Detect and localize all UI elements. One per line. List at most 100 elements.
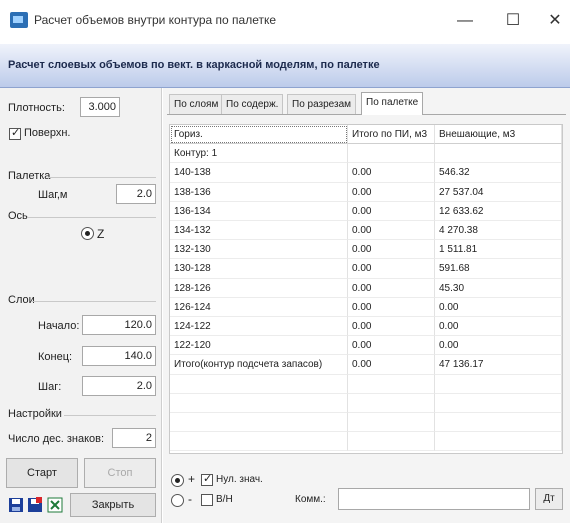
table-row[interactable] [170,393,562,413]
table-cell: 130-128 [170,259,348,279]
table-header: Гориз. Итого по ПИ, м3 Внешающие, м3 [170,125,562,145]
table-cell: 27 537.04 [435,182,562,202]
table-row[interactable]: 124-122 0.00 0.00 [170,317,562,337]
table-cell: 0.00 [348,355,435,375]
header-banner: Расчет слоевых объемов по вект. в каркас… [0,44,570,88]
bn-checkbox[interactable] [201,494,213,506]
surface-checkbox[interactable] [9,126,21,140]
maximize-button[interactable]: ☐ [498,8,528,34]
table-cell: 0.00 [348,336,435,356]
start-input[interactable]: 120.0 [82,315,156,335]
save-as-icon[interactable] [27,497,43,513]
step-input[interactable]: 2.0 [82,376,156,396]
column-header[interactable]: Гориз. [170,125,348,145]
table-cell [348,393,435,413]
plus-radio[interactable] [171,474,184,487]
table-cell: 0.00 [435,297,562,317]
table-cell: 136-134 [170,201,348,221]
plus-label: + [188,472,196,486]
results-table: Гориз. Итого по ПИ, м3 Внешающие, м3 Кон… [169,124,563,454]
table-cell: 138-136 [170,182,348,202]
table-cell [348,144,435,164]
surface-label: Поверхн. [24,127,71,139]
table-cell: 0.00 [348,259,435,279]
table-cell: 128-126 [170,278,348,298]
minus-radio[interactable] [171,494,184,507]
close-window-button[interactable]: ✕ [540,8,570,34]
table-cell [348,374,435,394]
table-cell: 132-130 [170,240,348,260]
table-cell: 0.00 [348,278,435,298]
save-icon[interactable] [8,497,24,513]
start-button[interactable]: Старт [6,458,78,488]
column-header[interactable]: Внешающие, м3 [435,125,562,145]
table-cell: 0.00 [348,317,435,337]
table-cell: 45.30 [435,278,562,298]
settings-group-label: Настройки [8,408,62,420]
dt-button[interactable]: Дт [535,488,563,510]
axis-z-radio[interactable] [81,227,94,240]
decimals-input[interactable]: 2 [112,428,156,448]
table-cell: 546.32 [435,163,562,183]
table-row[interactable]: 130-128 0.00 591.68 [170,259,562,279]
table-row[interactable]: 128-126 0.00 45.30 [170,278,562,298]
table-row[interactable]: 132-130 0.00 1 511.81 [170,240,562,260]
tab-bar: По слоям По содерж. По разрезам По палет… [163,92,570,115]
table-cell: Контур: 1 [170,144,348,164]
table-cell: 124-122 [170,317,348,337]
table-cell: 591.68 [435,259,562,279]
stop-button[interactable]: Стоп [84,458,156,488]
window-title: Расчет объемов внутри контура по палетке [34,13,277,27]
table-cell: 0.00 [348,182,435,202]
table-row[interactable]: 134-132 0.00 4 270.38 [170,221,562,241]
tab-by-palette[interactable]: По палетке [361,92,424,115]
table-cell: 134-132 [170,221,348,241]
table-cell: 122-120 [170,336,348,356]
table-cell [348,413,435,433]
table-row[interactable]: 136-134 0.00 12 633.62 [170,201,562,221]
table-cell: 0.00 [435,317,562,337]
table-row[interactable]: Итого(контур подсчета запасов) 0.00 47 136… [170,355,562,375]
table-cell: 0.00 [348,297,435,317]
density-input[interactable]: 3.000 [80,97,120,117]
comment-label: Комм.: [295,494,326,505]
table-cell: Итого(контур подсчета запасов) [170,355,348,375]
tab-by-layers[interactable]: По слоям [169,94,224,114]
banner-title: Расчет слоевых объемов по вект. в каркас… [8,59,380,71]
table-row[interactable]: Контур: 1 [170,144,562,164]
zero-values-label: Нул. знач. [216,474,263,485]
table-row[interactable] [170,413,562,433]
settings-group-divider [64,415,156,416]
table-cell [435,432,562,452]
table-row[interactable]: 122-120 0.00 0.00 [170,336,562,356]
table-cell [435,393,562,413]
minimize-button[interactable]: — [450,8,480,34]
column-header[interactable]: Итого по ПИ, м3 [348,125,435,145]
table-cell [170,413,348,433]
tab-by-sections[interactable]: По разрезам [287,94,357,114]
close-button[interactable]: Закрыть [70,493,156,517]
table-row[interactable] [170,432,562,452]
end-input[interactable]: 140.0 [82,346,156,366]
zero-values-checkbox[interactable] [201,472,213,486]
tab-by-content[interactable]: По содерж. [221,94,284,114]
end-label: Конец: [38,351,73,363]
table-cell: 0.00 [348,221,435,241]
excel-export-icon[interactable] [47,497,63,513]
table-cell [435,374,562,394]
table-cell [348,432,435,452]
table-cell: 0.00 [348,240,435,260]
table-cell: 0.00 [348,163,435,183]
table-cell [170,393,348,413]
layers-group-divider [32,301,156,302]
table-row[interactable]: 126-124 0.00 0.00 [170,297,562,317]
table-cell [170,432,348,452]
table-cell: 12 633.62 [435,201,562,221]
step-m-label: Шаг,м [38,189,68,201]
step-m-input[interactable]: 2.0 [116,184,156,204]
table-cell [435,413,562,433]
table-row[interactable] [170,374,562,394]
table-row[interactable]: 140-138 0.00 546.32 [170,163,562,183]
table-row[interactable]: 138-136 0.00 27 537.04 [170,182,562,202]
comment-input[interactable] [338,488,530,510]
